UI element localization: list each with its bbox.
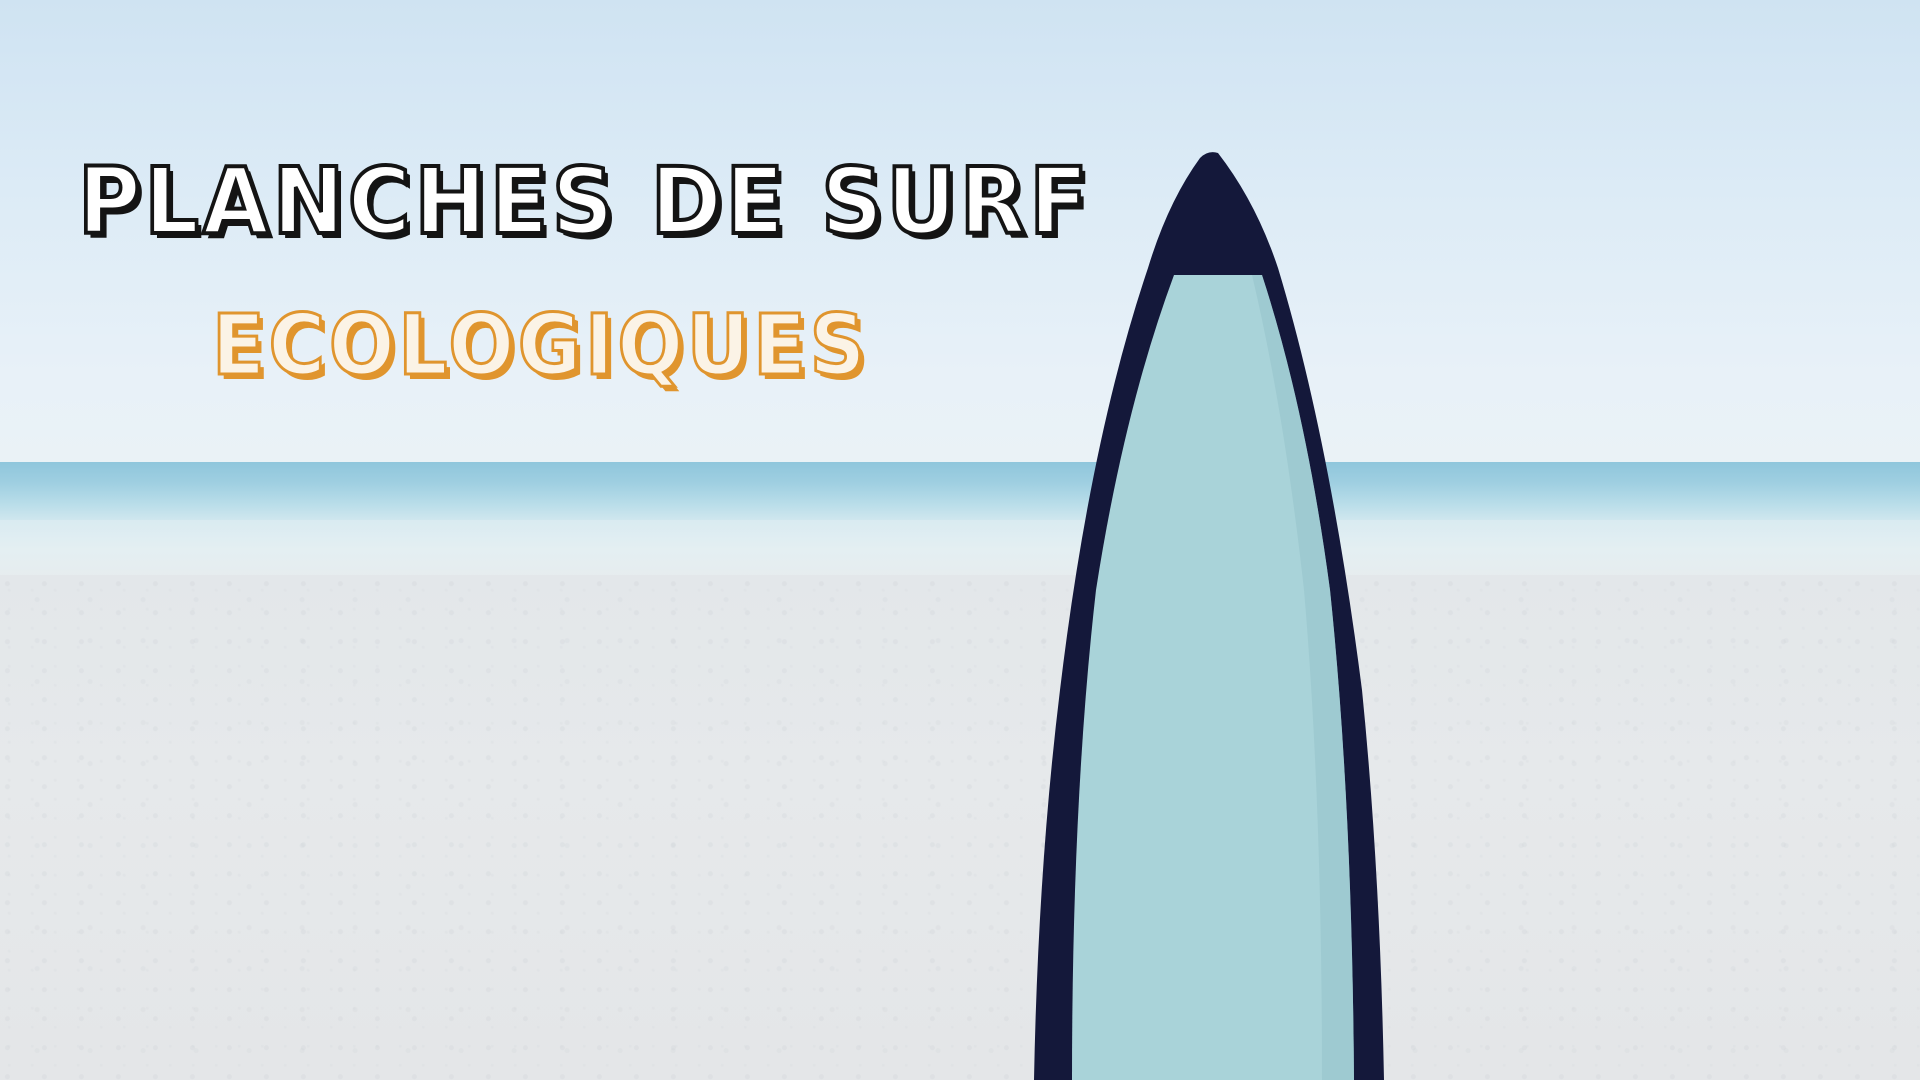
beach-scene: PLANCHES DE SURF ECOLOGIQUES [0,0,1920,1080]
headline-line-2: ECOLOGIQUES [211,295,869,396]
headline-line-1: PLANCHES DE SURF [76,146,1092,257]
shoreline [0,520,1920,580]
sea-horizon [0,462,1920,522]
surfboard-illustration [1034,152,1384,1080]
sand-texture [0,575,1920,1080]
